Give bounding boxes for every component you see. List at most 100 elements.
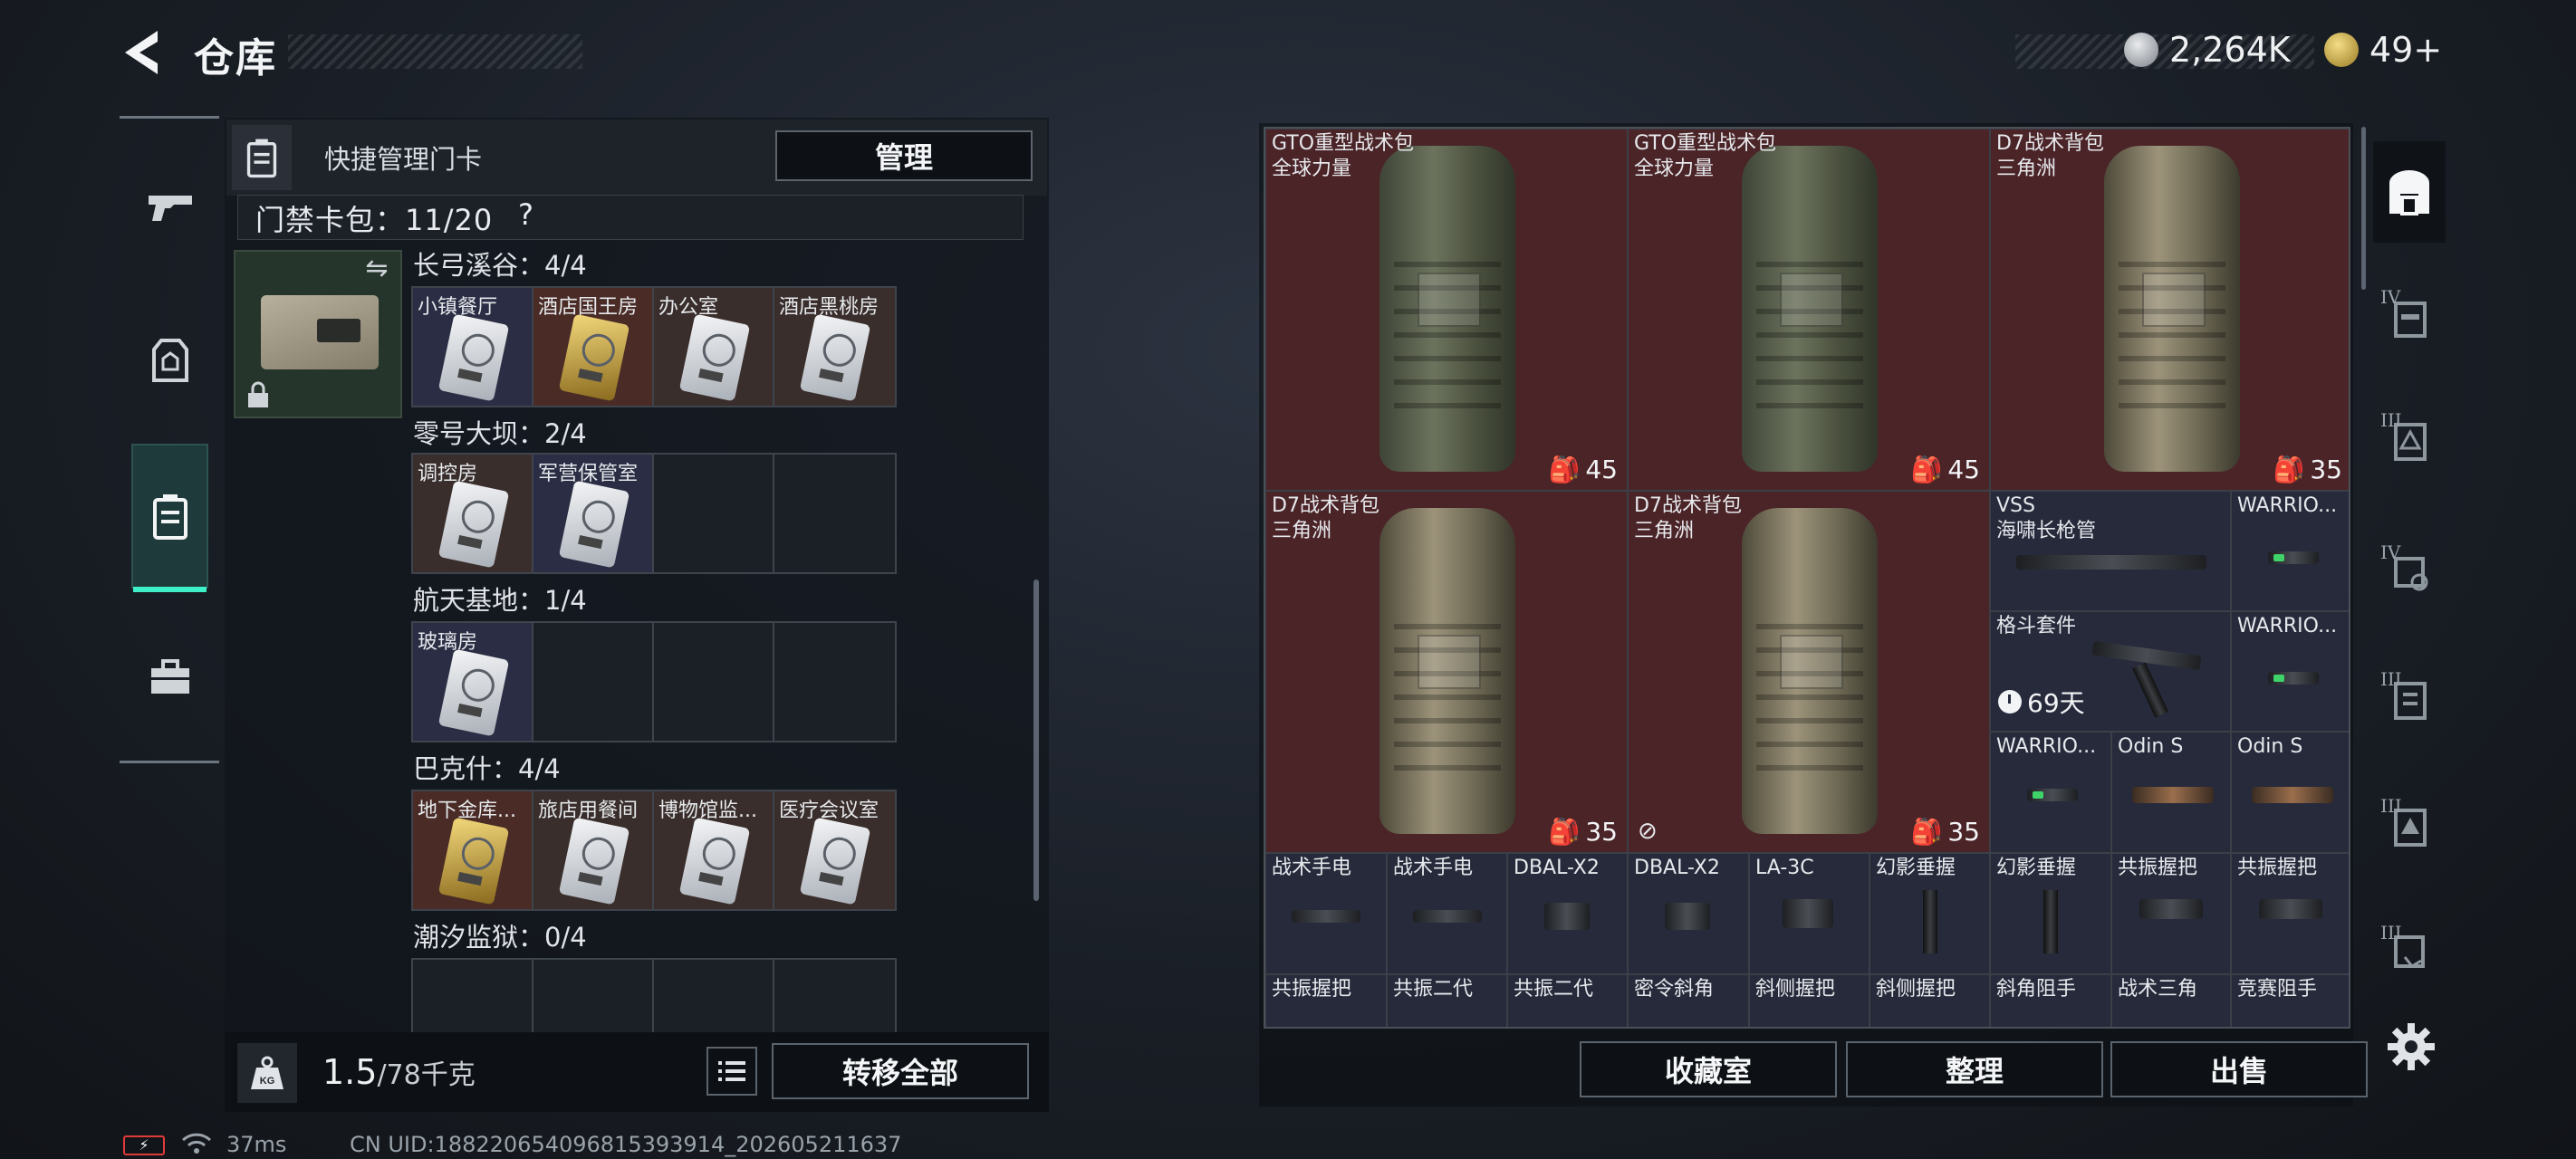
laser-module-image: [1544, 903, 1590, 930]
item-attachment[interactable]: 共振二代: [1507, 974, 1628, 1027]
keycard-slot[interactable]: 办公室: [654, 288, 774, 406]
item-melee-kit[interactable]: 格斗套件 69天: [1990, 611, 2231, 732]
wifi-icon: [181, 1132, 212, 1155]
filter-helmet-iv[interactable]: IV: [2373, 522, 2446, 623]
panel-scrollbar[interactable]: [1033, 580, 1039, 901]
item-flashlight[interactable]: WARRIO...: [2231, 611, 2349, 732]
keycard-slot[interactable]: 博物馆监...: [654, 791, 774, 909]
item-attachment[interactable]: DBAL-X2: [1507, 853, 1628, 974]
grip-image: [2259, 899, 2322, 919]
item-name: WARRIO...: [2237, 494, 2338, 517]
item-laser[interactable]: Odin S: [2111, 732, 2231, 853]
item-flashlight[interactable]: WARRIO...: [1990, 732, 2111, 853]
empty-slot: [654, 623, 774, 741]
group-label-changgong: 长弓溪谷：4/4: [413, 250, 587, 281]
keycard-slot[interactable]: 酒店黑桃房: [774, 288, 895, 406]
list-icon: [718, 1061, 745, 1081]
filter-rig-iii[interactable]: III: [2373, 902, 2446, 1003]
filter-all-bags[interactable]: [2373, 141, 2446, 243]
item-flashlight[interactable]: WARRIO...: [2231, 491, 2349, 611]
item-name: WARRIO...: [1996, 735, 2097, 758]
back-button[interactable]: [118, 25, 168, 80]
carry-weight-value: 1.5: [322, 1052, 378, 1092]
item-attachment[interactable]: 战术三角: [2111, 974, 2231, 1027]
item-backpack[interactable]: D7战术背包 三角洲 🎒 35: [1265, 491, 1628, 853]
swap-icon[interactable]: ⇋: [359, 255, 395, 283]
item-name: LA-3C: [1755, 857, 1814, 879]
tab-gear[interactable]: [131, 288, 208, 433]
keycard-slot[interactable]: 调控房: [413, 455, 533, 572]
item-attachment[interactable]: 共振握把: [2111, 853, 2231, 974]
filter-backpack-iv[interactable]: IV: [2373, 266, 2446, 368]
keycard-image: [799, 313, 871, 402]
transfer-all-button[interactable]: 转移全部: [772, 1043, 1029, 1099]
keycard-slot[interactable]: 酒店国王房: [533, 288, 654, 406]
item-attachment[interactable]: 斜侧握把: [1749, 974, 1870, 1027]
wallet-capacity-label: 门禁卡包：11/20: [255, 203, 494, 237]
tab-weapons[interactable]: [131, 134, 208, 279]
slot-row-changgong: 小镇餐厅 酒店国王房 办公室 酒店黑桃房: [411, 286, 897, 407]
sort-button[interactable]: 整理: [1846, 1041, 2103, 1097]
item-attachment[interactable]: 战术手电: [1387, 853, 1507, 974]
gold-currency[interactable]: 49+: [2324, 27, 2442, 72]
capacity-icon: 🎒: [1910, 817, 1943, 847]
item-attachment[interactable]: 共振握把: [2231, 853, 2349, 974]
list-view-button[interactable]: [706, 1047, 757, 1096]
carry-weight-max: /78千克: [377, 1059, 476, 1091]
backpack-image: [2104, 146, 2240, 472]
keycard-image: [678, 817, 751, 905]
item-backpack[interactable]: D7战术背包 三角洲 🎒 35: [1990, 129, 2349, 491]
flashlight-image: [2027, 789, 2078, 801]
item-attachment[interactable]: 斜角阻手: [1990, 974, 2111, 1027]
item-attachment[interactable]: 共振二代: [1387, 974, 1507, 1027]
flashlight-image: [1413, 910, 1482, 923]
filter-level: III: [2380, 668, 2402, 690]
manage-button[interactable]: 管理: [775, 130, 1033, 181]
keycard-slot[interactable]: 地下金库...: [413, 791, 533, 909]
keycard-slot[interactable]: 小镇餐厅: [413, 288, 533, 406]
item-attachment[interactable]: 斜侧握把: [1870, 974, 1990, 1027]
backpack-image: [1742, 508, 1878, 834]
laser-module-image: [1783, 899, 1833, 928]
keycard-slot[interactable]: 旅店用餐间: [533, 791, 654, 909]
filter-armor-iii[interactable]: III: [2373, 389, 2446, 491]
sell-button[interactable]: 出售: [2110, 1041, 2368, 1097]
slot-row-bakesh: 地下金库... 旅店用餐间 博物馆监... 医疗会议室: [411, 790, 897, 911]
help-icon[interactable]: ?: [518, 197, 533, 232]
keycard-name: 小镇餐厅: [418, 296, 498, 319]
keycard-slot[interactable]: 玻璃房: [413, 623, 533, 741]
item-backpack[interactable]: D7战术背包 三角洲 ⊘ 🎒 35: [1628, 491, 1990, 853]
group-label-dam: 零号大坝：2/4: [413, 418, 587, 449]
tab-keycards[interactable]: [131, 444, 208, 592]
item-attachment[interactable]: 竞赛阻手: [2231, 974, 2349, 1027]
item-backpack[interactable]: GTO重型战术包 全球力量 🎒 45: [1628, 129, 1990, 491]
keycard-holder-icon: [152, 494, 187, 540]
collection-room-button[interactable]: 收藏室: [1580, 1041, 1837, 1097]
item-attachment[interactable]: 幻影垂握: [1990, 853, 2111, 974]
laser-image: [2132, 787, 2214, 803]
item-attachment[interactable]: LA-3C: [1749, 853, 1870, 974]
filter-vest-iii[interactable]: III: [2373, 648, 2446, 750]
item-name: 战术手电: [1272, 857, 1352, 879]
filter-plate-iii[interactable]: III: [2373, 775, 2446, 876]
item-barrel[interactable]: VSS 海啸长枪管: [1990, 491, 2231, 611]
item-laser[interactable]: Odin S: [2231, 732, 2349, 853]
melee-kit-handle: [2132, 662, 2168, 718]
item-backpack[interactable]: GTO重型战术包 全球力量 🎒 45: [1265, 129, 1628, 491]
item-attachment[interactable]: 幻影垂握: [1870, 853, 1990, 974]
keycard-name: 办公室: [658, 296, 719, 319]
tab-toolbox[interactable]: [131, 605, 208, 750]
item-attachment[interactable]: 共振握把: [1265, 974, 1387, 1027]
item-attachment[interactable]: 战术手电: [1265, 853, 1387, 974]
item-attachment[interactable]: 密令斜角: [1628, 974, 1749, 1027]
keycard-name: 调控房: [418, 463, 478, 485]
title-decoration: [288, 34, 582, 69]
rail-divider-bottom: [120, 761, 219, 763]
keycard-name: 酒店黑桃房: [779, 296, 879, 319]
item-attachment[interactable]: DBAL-X2: [1628, 853, 1749, 974]
keycard-slot[interactable]: 医疗会议室: [774, 791, 895, 909]
keycard-slot[interactable]: 军营保管室: [533, 455, 654, 572]
stash-scrollbar[interactable]: [2361, 127, 2366, 290]
settings-button[interactable]: [2386, 1021, 2437, 1072]
item-name: 战术手电: [1393, 857, 1474, 879]
